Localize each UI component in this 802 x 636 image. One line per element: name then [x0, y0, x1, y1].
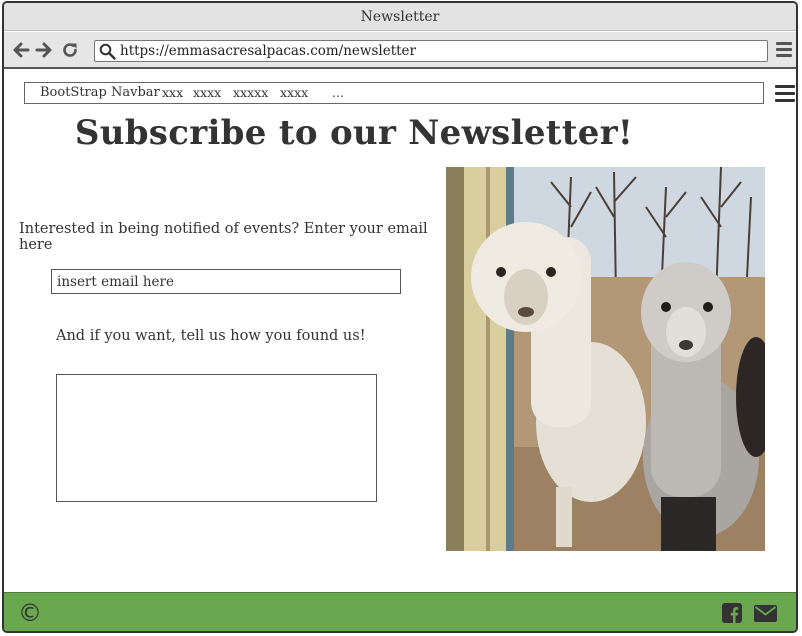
url-text: https://emmasacresalpacas.com/newsletter: [120, 43, 416, 59]
found-us-textarea[interactable]: [56, 374, 377, 502]
navbar-brand[interactable]: BootStrap Navbar: [40, 83, 160, 103]
copyright-symbol: ©: [18, 599, 42, 627]
footer: ©: [4, 592, 796, 631]
nav-link[interactable]: xxx: [162, 83, 183, 103]
address-bar[interactable]: https://emmasacresalpacas.com/newsletter: [94, 40, 768, 62]
navbar: BootStrap Navbar xxx xxxx xxxxx xxxx ...: [24, 82, 764, 104]
intro-text: Interested in being notified of events? …: [19, 221, 428, 253]
forward-arrow-icon[interactable]: [35, 41, 53, 59]
nav-link[interactable]: xxxx: [193, 83, 221, 103]
menu-icon[interactable]: [776, 42, 792, 58]
nav-link-more[interactable]: ...: [332, 83, 344, 103]
back-arrow-icon[interactable]: [12, 41, 30, 59]
search-icon: [99, 43, 116, 60]
nav-link[interactable]: xxxx: [280, 83, 308, 103]
found-us-label: And if you want, tell us how you found u…: [56, 328, 366, 344]
nav-link[interactable]: xxxxx: [233, 83, 268, 103]
facebook-icon[interactable]: [722, 603, 742, 623]
alpacas-photo: [446, 167, 765, 551]
browser-window: Newsletter https://emmasacresalpacas.com…: [2, 1, 798, 633]
navbar-hamburger-icon[interactable]: [775, 85, 795, 103]
reload-icon[interactable]: [61, 41, 79, 59]
window-title: Newsletter: [4, 3, 796, 31]
email-icon[interactable]: [754, 605, 777, 622]
page-title: Subscribe to our Newsletter!: [74, 113, 634, 153]
email-field[interactable]: [51, 269, 401, 294]
browser-toolbar: https://emmasacresalpacas.com/newsletter: [4, 32, 796, 69]
